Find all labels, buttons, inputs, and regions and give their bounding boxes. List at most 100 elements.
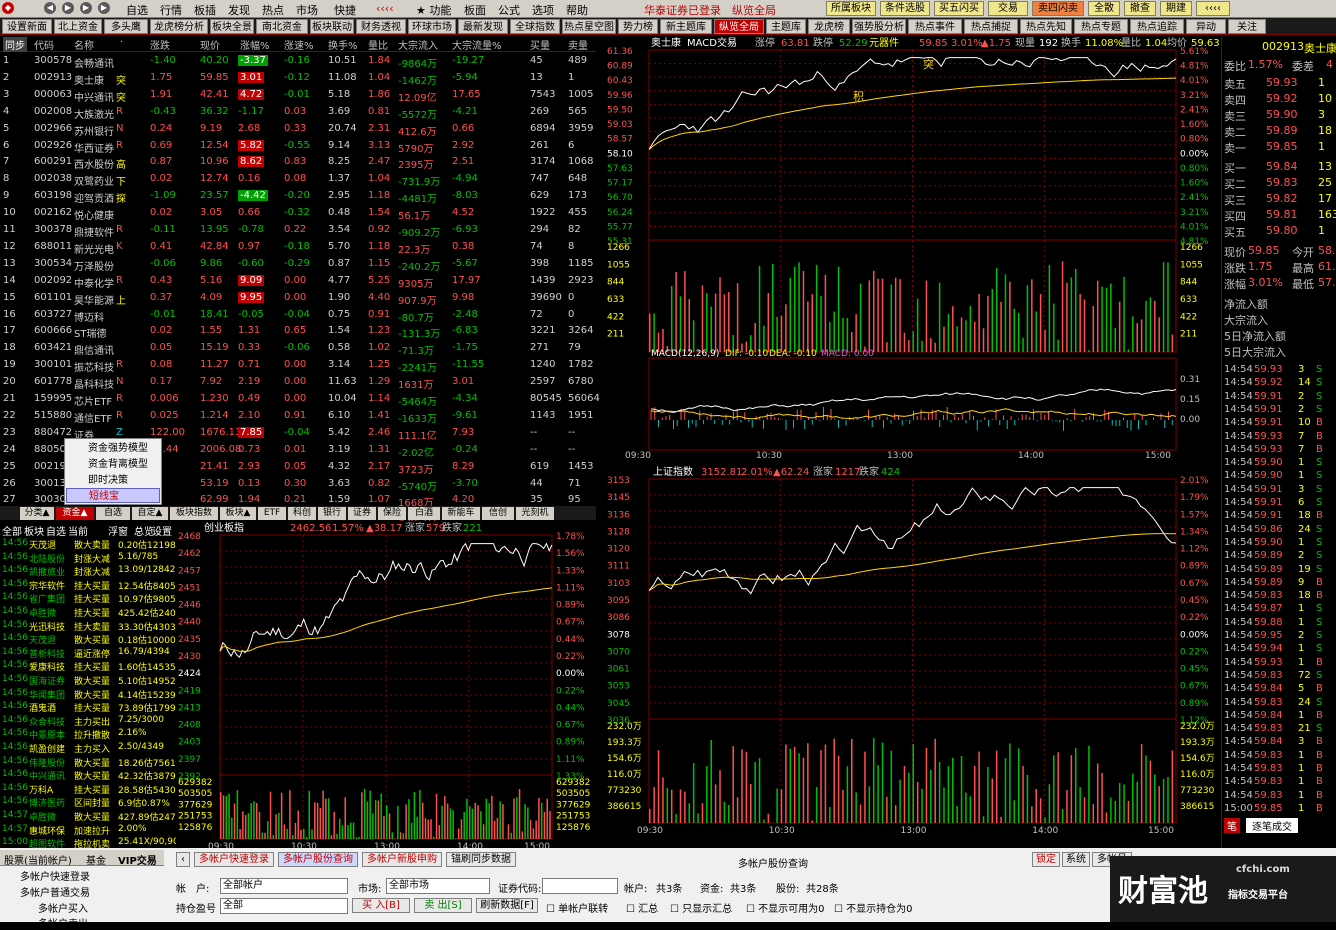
menu-xuanxiang[interactable]: 选项 xyxy=(532,2,554,18)
tool-ipo-subscribe[interactable]: 多帐户新股申购 xyxy=(362,852,442,867)
signal-filter-6[interactable]: 设置 xyxy=(152,523,172,538)
col-header-0[interactable]: 同步 xyxy=(3,37,27,52)
check-only-summary[interactable]: ☐ 只显示汇总 xyxy=(670,900,732,915)
btn-suoshubankuai[interactable]: 所属板块 xyxy=(826,1,876,16)
top-tab-2[interactable]: 多头鹰 xyxy=(104,19,148,34)
top-tab-18[interactable]: 热点事件 xyxy=(908,19,962,34)
signal-row[interactable]: 14:56普析科技逼近涨停16.79/4394 xyxy=(2,647,176,661)
sell-button[interactable]: 卖 出[S] xyxy=(414,898,472,913)
tree-normal-trade[interactable]: 多帐户普通交易 xyxy=(20,884,90,899)
top-tab-13[interactable]: 新主题库 xyxy=(660,19,712,34)
btn-tiaojianxuangu[interactable]: 条件选股 xyxy=(880,1,930,16)
menu-gongneng[interactable]: ★ 功能 xyxy=(416,2,451,18)
menu-faxian[interactable]: 发现 xyxy=(228,2,250,18)
stock-row[interactable]: 5002966苏州银行N0.249.192.680.3320.742.31412… xyxy=(0,121,596,138)
tree-quick-login[interactable]: 多帐户快速登录 xyxy=(20,868,90,883)
hold-select[interactable]: 全部 xyxy=(220,898,348,914)
btn-checha[interactable]: 撤查 xyxy=(1124,1,1156,16)
signal-row[interactable]: 14:56华闻集团散大买量4.14估15239 xyxy=(2,688,176,702)
bottom-tab-12[interactable]: 新能车 xyxy=(442,507,480,520)
top-tab-1[interactable]: 北上资金 xyxy=(54,19,102,34)
bottom-tab-9[interactable]: 证券 xyxy=(348,507,376,520)
top-tab-24[interactable]: 关注 xyxy=(1228,19,1266,34)
top-tab-7[interactable]: 财务透视 xyxy=(356,19,406,34)
signal-row[interactable]: 14:56天茂退散大卖量0.20估12198 xyxy=(2,538,176,552)
signal-row[interactable]: 14:56光迅科技挂大卖量33.30估4303 xyxy=(2,620,176,634)
forward-nav-icon[interactable]: ▶ xyxy=(62,2,74,14)
menu-zixuan[interactable]: 自选 xyxy=(126,2,148,18)
col-header-1[interactable]: 代码 xyxy=(34,37,54,52)
btn-system[interactable]: 系统 xyxy=(1062,852,1090,867)
top-tab-22[interactable]: 热点追踪 xyxy=(1130,19,1184,34)
ctx-jishijuece[interactable]: 即时决策 xyxy=(66,473,160,488)
menu-shichang[interactable]: 市场 xyxy=(296,2,318,18)
tool-quick-login[interactable]: 多帐户快速登录 xyxy=(194,852,274,867)
stock-row[interactable]: 6002926华西证券R0.6912.545.82-0.559.143.1357… xyxy=(0,138,596,155)
tab-stock-account[interactable]: 股票(当前帐户) xyxy=(4,852,72,867)
stock-row[interactable]: 15601101昊华能源上0.374.099.950.001.904.40907… xyxy=(0,290,596,307)
signal-row[interactable]: 14:56中景原本拉升撤散2.16% xyxy=(2,728,176,742)
bottom-tab-0[interactable]: 分类▲ xyxy=(20,507,54,520)
signal-row[interactable]: 14:56中兴通讯散大买量42.32估3879 xyxy=(2,769,176,783)
ctx-zijinqiangshi[interactable]: 资金强势模型 xyxy=(66,441,160,456)
btn-qijian[interactable]: 期建 xyxy=(1160,1,1192,16)
signal-row[interactable]: 14:56卓胜微挂大买量425.42估240 xyxy=(2,606,176,620)
col-header-11[interactable]: 大宗流量% xyxy=(452,37,502,52)
signal-filter-3[interactable]: 当前 xyxy=(68,523,88,538)
signal-row[interactable]: 14:56凯盈创建主力买入2.50/4349 xyxy=(2,742,176,756)
signal-row[interactable]: 14:56国海证券散大买量5.10估14952 xyxy=(2,674,176,688)
stock-row[interactable]: 17600666ST瑞德0.021.551.310.651.541.23-131… xyxy=(0,323,596,340)
tool-sync-data[interactable]: 锚刷同步数据 xyxy=(446,852,516,867)
menu-bangzhu[interactable]: 帮助 xyxy=(566,2,588,18)
top-tab-0[interactable]: 设置新面 xyxy=(2,19,52,34)
top-tab-9[interactable]: 最新发现 xyxy=(458,19,508,34)
tool-share-query[interactable]: 多帐户股份查询 xyxy=(278,852,358,867)
signal-filter-5[interactable]: 总览 xyxy=(134,523,154,538)
bottom-tab-4[interactable]: 板块指数 xyxy=(170,507,218,520)
col-header-10[interactable]: 大宗流入 xyxy=(398,37,438,52)
stock-row[interactable]: 2002913奥士康突1.7559.853.01-0.1211.081.04-1… xyxy=(0,70,596,87)
signal-row[interactable]: 14:56酒鬼酒挂大买量73.89估1799 xyxy=(2,701,176,715)
menu-kuaijie[interactable]: 快捷 xyxy=(334,2,356,18)
stock-row[interactable]: 22515880通信ETFR0.0251.2142.100.916.101.41… xyxy=(0,408,596,425)
signal-filter-4[interactable]: 浮窗 xyxy=(108,523,128,538)
tick-tab-bi[interactable]: 笔 xyxy=(1224,818,1240,833)
bottom-tab-10[interactable]: 保险 xyxy=(378,507,406,520)
top-tab-16[interactable]: 龙虎榜 xyxy=(808,19,850,34)
bottom-tab-1[interactable]: 资金▲ xyxy=(56,507,94,520)
top-tab-4[interactable]: 板块全景 xyxy=(210,19,254,34)
col-header-7[interactable]: 涨速% xyxy=(284,37,314,52)
stock-row[interactable]: 13300534万泽股份-0.069.86-0.60-0.290.871.15-… xyxy=(0,256,596,273)
tab-vip-trade[interactable]: VIP交易 xyxy=(118,852,157,867)
signal-row[interactable]: 14:56博济医药区间封量6.9估0.87% xyxy=(2,796,176,810)
top-tab-11[interactable]: 热点星空图 xyxy=(562,19,616,34)
menu-gongshi[interactable]: 公式 xyxy=(498,2,520,18)
check-hide-hold[interactable]: ☐ 不显示持仓为0 xyxy=(834,900,913,915)
col-header-4[interactable]: 涨跌 xyxy=(150,37,170,52)
top-tab-6[interactable]: 板块联动 xyxy=(310,19,354,34)
signal-row[interactable]: 14:56天茂退散大买量0.18估10000 xyxy=(2,633,176,647)
buy-button[interactable]: 买 入[B] xyxy=(352,898,410,913)
top-tab-12[interactable]: 势力榜 xyxy=(618,19,658,34)
shanghai-index-chart[interactable]: 31532.01%31451.79%31361.57%31281.34%3120… xyxy=(605,465,1220,850)
signal-row[interactable]: 14:56凯撒旅业封涨大减13.09/12842 xyxy=(2,565,176,579)
bottom-tab-11[interactable]: 白酒 xyxy=(408,507,440,520)
signal-row[interactable]: 14:56省广集团挂大买量10.97估9805 xyxy=(2,592,176,606)
signal-row[interactable]: 14:56北陆股份封涨大减5.16/785 xyxy=(2,552,176,566)
signal-filter-2[interactable]: 自选 xyxy=(46,523,66,538)
col-header-2[interactable]: 名称 xyxy=(74,37,94,52)
top-tab-19[interactable]: 热点捕捉 xyxy=(964,19,1018,34)
col-header-8[interactable]: 换手% xyxy=(328,37,358,52)
back-nav-icon[interactable]: ◀ xyxy=(44,2,56,14)
stock-intraday-chart[interactable]: 61.365.61%60.894.81%60.434.01%59.963.21%… xyxy=(605,36,1220,501)
signal-row[interactable]: 14:56爱康科技挂大买量1.60估14535 xyxy=(2,660,176,674)
stock-row[interactable]: 11300378鼎捷软件R-0.1113.95-0.780.223.540.92… xyxy=(0,222,596,239)
top-tab-5[interactable]: 南北资金 xyxy=(256,19,308,34)
stock-row[interactable]: 10002162悦心健康0.023.050.66-0.320.481.5456.… xyxy=(0,205,596,222)
market-select[interactable]: 全部市场 xyxy=(386,878,490,894)
code-input[interactable] xyxy=(542,878,618,894)
bottom-tab-8[interactable]: 银行 xyxy=(318,507,346,520)
menu-banmian[interactable]: 板面 xyxy=(464,2,486,18)
menu-hangqing[interactable]: 行情 xyxy=(160,2,182,18)
stock-row[interactable]: 14002092中泰化学R0.435.169.090.004.775.25930… xyxy=(0,273,596,290)
